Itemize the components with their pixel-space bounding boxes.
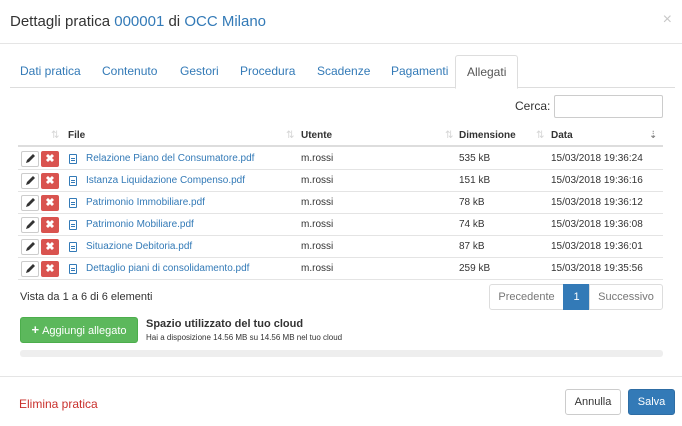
edit-button[interactable] [21,195,39,211]
tab-bar: Dati pratica Contenuto Gestori Procedura… [10,55,675,89]
file-pdf-icon [69,242,77,252]
table-row: ✖ Istanza Liquidazione Compenso.pdf m.ro… [18,170,663,192]
table-row: ✖ Relazione Piano del Consumatore.pdf m.… [18,148,663,170]
edit-button[interactable] [21,173,39,189]
search-input[interactable] [554,95,663,118]
size-cell: 87 kB [459,241,485,252]
file-pdf-icon [69,154,77,164]
sort-icon[interactable]: ⇅ [286,130,294,141]
pencil-icon [26,154,35,163]
cloud-usage-bar [20,350,663,357]
cancel-button[interactable]: Annulla [565,389,621,415]
user-cell: m.rossi [301,175,334,186]
table-row: ✖ Situazione Debitoria.pdf m.rossi 87 kB… [18,236,663,258]
delete-button[interactable]: ✖ [41,261,59,277]
user-cell: m.rossi [301,241,334,252]
save-button[interactable]: Salva [628,389,675,415]
close-icon[interactable]: × [663,11,672,29]
size-cell: 151 kB [459,175,491,186]
table-info: Vista da 1 a 6 di 6 elementi [20,291,153,303]
current-page-button[interactable]: 1 [563,284,590,310]
tab-pagamenti[interactable]: Pagamenti [391,55,448,88]
cloud-usage-title: Spazio utilizzato del tuo cloud [146,318,304,330]
tab-gestori[interactable]: Gestori [180,55,219,88]
add-attachment-button[interactable]: + Aggiungi allegato [20,317,138,343]
pencil-icon [26,264,35,273]
edit-button[interactable] [21,151,39,167]
pencil-icon [26,198,35,207]
previous-page-button[interactable]: Precedente [489,284,564,310]
pencil-icon [26,176,35,185]
file-link[interactable]: Patrimonio Immobiliare.pdf [86,197,205,208]
add-attachment-label: Aggiungi allegato [42,325,127,337]
table-header: ⇅ File ⇅ Utente ⇅ Dimensione ⇅ Data ⇣ [18,126,663,147]
date-cell: 15/03/2018 19:36:16 [551,175,643,186]
tab-dati-pratica[interactable]: Dati pratica [20,55,81,88]
modal-header: Dettagli pratica 000001 di OCC Milano × [0,0,682,44]
sort-icon[interactable]: ⇅ [445,130,453,141]
file-link[interactable]: Relazione Piano del Consumatore.pdf [86,153,254,164]
date-cell: 15/03/2018 19:36:08 [551,219,643,230]
pratica-number-link[interactable]: 000001 [114,13,164,30]
file-pdf-icon [69,220,77,230]
column-header-size[interactable]: Dimensione [459,130,516,141]
delete-button[interactable]: ✖ [41,239,59,255]
date-cell: 15/03/2018 19:36:01 [551,241,643,252]
delete-button[interactable]: ✖ [41,217,59,233]
delete-button[interactable]: ✖ [41,173,59,189]
pencil-icon [26,242,35,251]
size-cell: 535 kB [459,153,491,164]
edit-button[interactable] [21,217,39,233]
sort-icon[interactable]: ⇅ [536,130,544,141]
table-row: ✖ Patrimonio Immobiliare.pdf m.rossi 78 … [18,192,663,214]
user-cell: m.rossi [301,197,334,208]
tab-allegati[interactable]: Allegati [455,55,519,89]
file-pdf-icon [69,198,77,208]
table-row: ✖ Dettaglio piani di consolidamento.pdf … [18,258,663,280]
size-cell: 78 kB [459,197,485,208]
next-page-button[interactable]: Successivo [589,284,663,310]
column-header-date[interactable]: Data [551,130,573,141]
modal-title: Dettagli pratica 000001 di OCC Milano [10,13,266,30]
cloud-usage-subtitle: Hai a disposizione 14.56 MB su 14.56 MB … [146,333,343,342]
organization-link[interactable]: OCC Milano [184,13,266,30]
file-pdf-icon [69,176,77,186]
file-link[interactable]: Situazione Debitoria.pdf [86,241,192,252]
user-cell: m.rossi [301,263,334,274]
file-link[interactable]: Dettaglio piani di consolidamento.pdf [86,263,249,274]
edit-button[interactable] [21,239,39,255]
user-cell: m.rossi [301,219,334,230]
tab-procedura[interactable]: Procedura [240,55,295,88]
file-link[interactable]: Patrimonio Mobiliare.pdf [86,219,194,230]
user-cell: m.rossi [301,153,334,164]
date-cell: 15/03/2018 19:36:12 [551,197,643,208]
search-label: Cerca: [515,99,551,113]
sort-icon[interactable]: ⇅ [51,130,59,141]
delete-button[interactable]: ✖ [41,195,59,211]
table-row: ✖ Patrimonio Mobiliare.pdf m.rossi 74 kB… [18,214,663,236]
tab-scadenze[interactable]: Scadenze [317,55,370,88]
delete-pratica-link[interactable]: Elimina pratica [19,397,98,411]
size-cell: 74 kB [459,219,485,230]
pencil-icon [26,220,35,229]
date-cell: 15/03/2018 19:36:24 [551,153,643,164]
file-link[interactable]: Istanza Liquidazione Compenso.pdf [86,175,245,186]
delete-button[interactable]: ✖ [41,151,59,167]
footer-divider [0,376,682,377]
column-header-file[interactable]: File [68,130,85,141]
column-header-user[interactable]: Utente [301,130,332,141]
edit-button[interactable] [21,261,39,277]
tab-contenuto[interactable]: Contenuto [102,55,157,88]
sort-desc-icon[interactable]: ⇣ [649,130,657,141]
size-cell: 259 kB [459,263,491,274]
title-connector: di [168,13,181,30]
date-cell: 15/03/2018 19:35:56 [551,263,643,274]
title-prefix: Dettagli pratica [10,13,111,30]
plus-icon: + [31,322,40,337]
file-pdf-icon [69,264,77,274]
